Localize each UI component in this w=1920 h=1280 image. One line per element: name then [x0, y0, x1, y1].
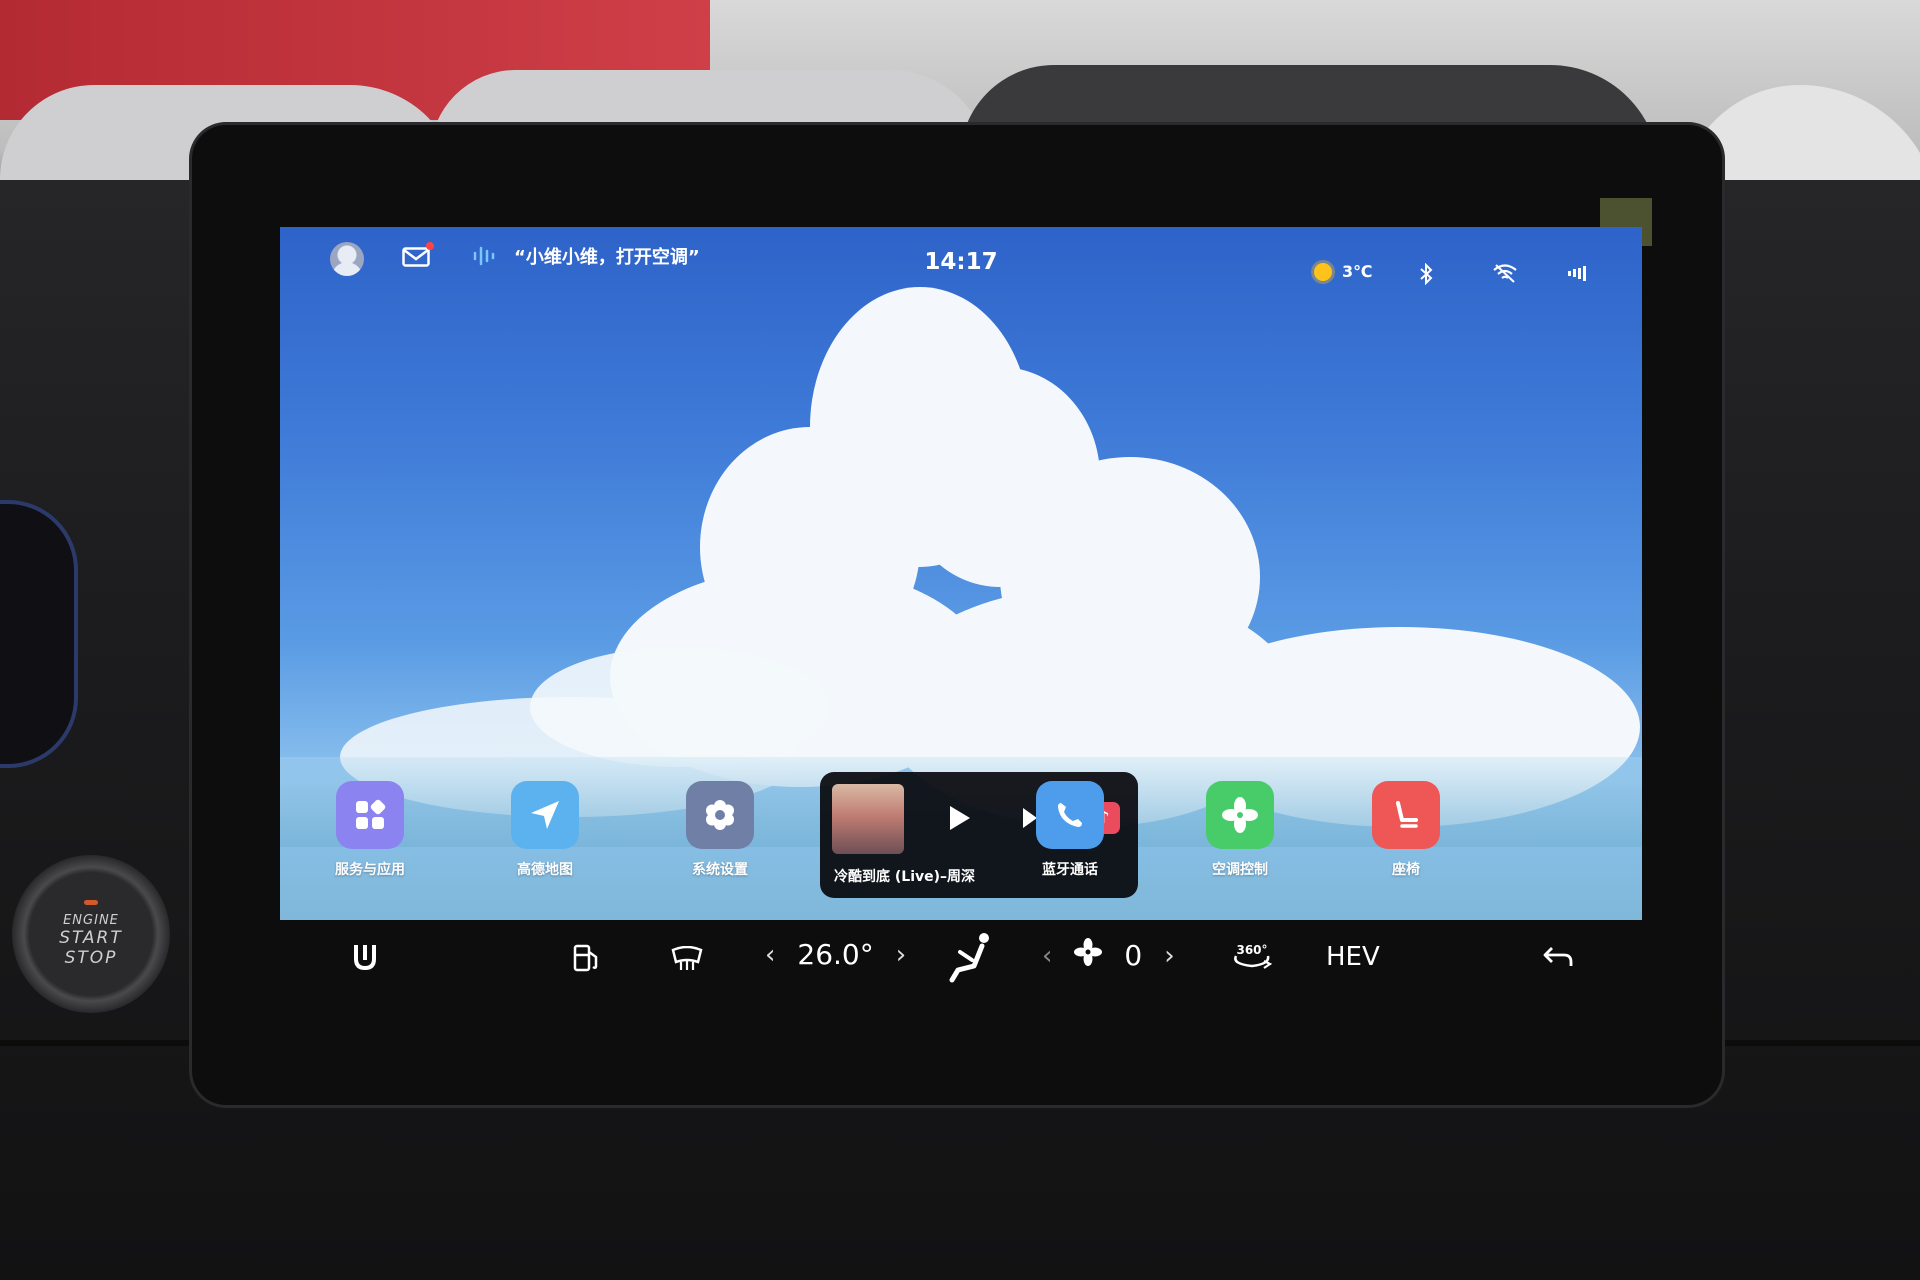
app-label: 座椅: [1392, 862, 1420, 878]
album-cover[interactable]: [832, 784, 904, 854]
start-indicator-light: [84, 900, 98, 905]
engine-start-stop-button[interactable]: ENGINE START STOP: [12, 855, 170, 1013]
start-button-text: START: [59, 928, 123, 948]
phone-icon: [1036, 781, 1104, 849]
seat-airflow-icon[interactable]: [948, 932, 994, 988]
status-bar: “小维小维，打开空调” 14:17 3℃: [280, 227, 1642, 297]
bluetooth-icon[interactable]: [1418, 263, 1434, 285]
sun-icon: [1314, 262, 1332, 281]
temperature-control: ‹ 26.0° ›: [765, 938, 906, 971]
fan-icon: [1074, 938, 1103, 973]
clock: 14:17: [924, 249, 998, 275]
temperature-value: 26.0°: [797, 938, 874, 971]
wifi-icon[interactable]: [1492, 263, 1518, 283]
infotainment-screen: “小维小维，打开空调” 14:17 3℃ 服务与应用 高德地图 系统设置 ♪ 冷…: [280, 227, 1642, 920]
grid-icon: [336, 781, 404, 849]
instrument-cluster-edge: [0, 500, 78, 768]
hev-mode-button[interactable]: HEV: [1326, 942, 1380, 972]
app-bluetooth-call[interactable]: 蓝牙通话: [1010, 781, 1130, 879]
temperature-increase-button[interactable]: ›: [896, 940, 906, 970]
seat-icon: [1372, 781, 1440, 849]
app-amap[interactable]: 高德地图: [485, 781, 605, 879]
gear-icon: [686, 781, 754, 849]
camera-360-label: 360°: [1236, 943, 1267, 957]
back-icon[interactable]: [1542, 944, 1574, 974]
rear-defrost-icon[interactable]: [670, 945, 704, 976]
fan-icon: [1206, 781, 1274, 849]
app-climate[interactable]: 空调控制: [1180, 781, 1300, 879]
climate-control-bar: ‹ 26.0° › ‹ 0 › 360° HEV: [280, 920, 1642, 1010]
start-button-text: ENGINE: [63, 913, 119, 928]
temperature-decrease-button[interactable]: ‹: [765, 940, 775, 970]
signal-icon: [1568, 265, 1586, 281]
outside-temperature: 3℃: [1342, 262, 1373, 281]
fan-decrease-button[interactable]: ‹: [1042, 941, 1052, 971]
fan-increase-button[interactable]: ›: [1164, 941, 1174, 971]
app-settings[interactable]: 系统设置: [660, 781, 780, 879]
app-label: 高德地图: [517, 862, 573, 878]
start-button-text: STOP: [64, 948, 118, 968]
app-label: 空调控制: [1212, 862, 1268, 878]
navigation-arrow-icon: [511, 781, 579, 849]
home-icon[interactable]: [352, 942, 378, 976]
play-icon[interactable]: [950, 806, 970, 830]
app-label: 服务与应用: [335, 862, 405, 878]
fan-speed-control: ‹ 0 ›: [1042, 938, 1175, 973]
fuel-icon[interactable]: [572, 944, 602, 976]
fan-speed-value: 0: [1124, 939, 1143, 972]
app-services[interactable]: 服务与应用: [310, 781, 430, 879]
weather-widget[interactable]: 3℃: [1314, 262, 1373, 281]
app-seat[interactable]: 座椅: [1346, 781, 1466, 879]
camera-360-icon[interactable]: 360°: [1230, 942, 1274, 978]
app-label: 系统设置: [692, 862, 748, 878]
track-title: 冷酷到底 (Live)–周深: [834, 869, 976, 885]
drive-mode-label: HEV: [1326, 942, 1380, 972]
app-label: 蓝牙通话: [1042, 862, 1098, 878]
